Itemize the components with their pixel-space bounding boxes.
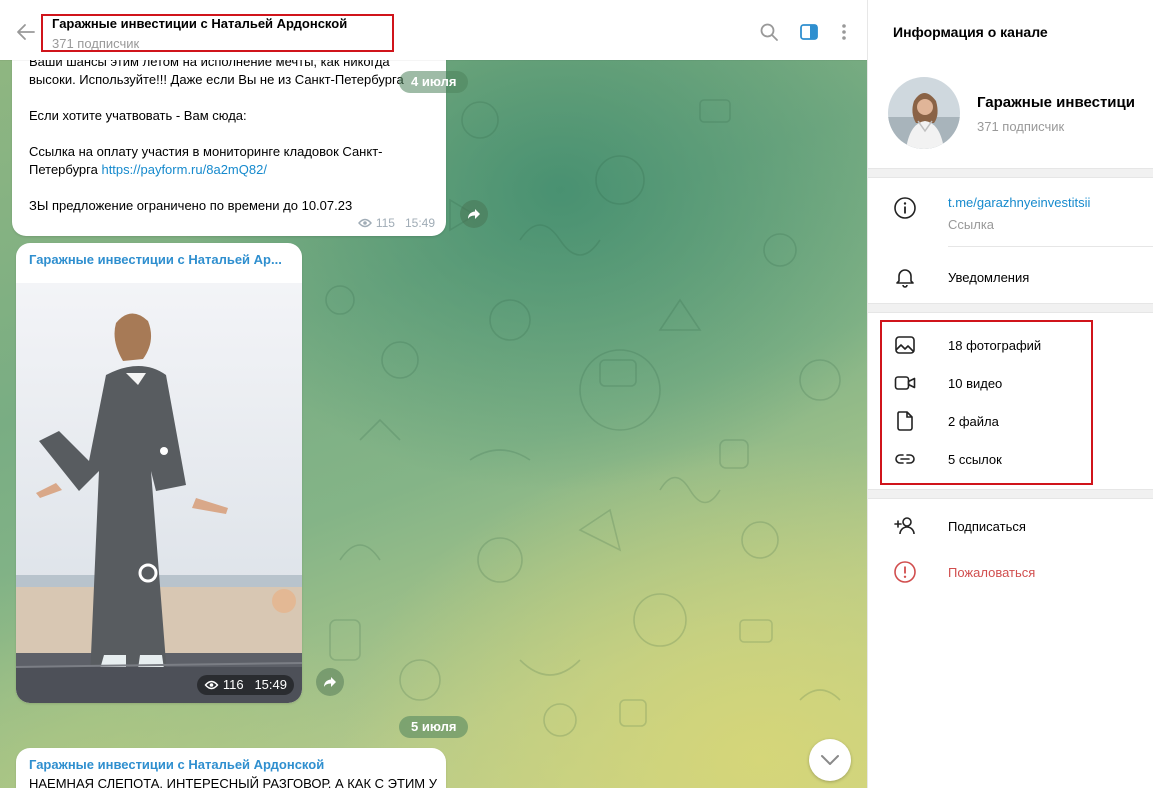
channel-info-panel: Информация о канале Гаражные инвестици 3… [867,0,1153,788]
message-time: 15:49 [254,677,287,692]
section-divider [868,489,1153,499]
views-count: 116 [222,677,244,692]
channel-link[interactable]: t.me/garazhnyeinvestitsii [948,195,1090,210]
avatar[interactable] [888,77,960,149]
message-text: НАЕМНАЯ СЛЕПОТА. ИНТЕРЕСНЫЙ РАЗГОВОР. А … [29,776,437,788]
highlight-box-media [880,320,1093,485]
report-button[interactable]: Пожаловаться [948,565,1035,580]
section-divider [868,303,1153,313]
chat-column: Гаражные инвестиции с Натальей Ардонской… [0,0,867,788]
message-text-line: Петербурга [29,162,98,177]
woman-on-beach-photo [16,283,302,703]
photo-message-bubble: Гаражные инвестиции с Натальей Ар... 116… [16,243,302,703]
sidebar-toggle-icon[interactable] [799,22,819,42]
search-icon[interactable] [759,22,779,42]
share-button[interactable] [316,668,344,696]
message-bubble: Ваши шансы этим летом на исполнение мечт… [12,48,446,236]
scroll-down-button[interactable] [809,739,851,781]
channel-link-label: Ссылка [948,217,995,232]
bell-icon [896,269,914,288]
row-divider [948,246,1153,247]
message-text-line: ЗЫ предложение ограничено по времени до … [29,198,353,213]
chevron-down-icon [821,755,839,765]
share-arrow-icon [324,677,336,687]
views-eye-icon [204,680,219,690]
message-time: 15:49 [404,216,435,230]
channel-avatar-photo [888,77,960,149]
back-arrow-icon[interactable] [14,20,38,44]
message-text-line: высоки. Используйте!!! Даже если Вы не и… [29,72,404,87]
add-user-icon [894,517,915,535]
panel-title: Информация о канале [893,24,1048,40]
message-text-line: Если хотите учатвовать - Вам сюда: [29,108,247,123]
date-separator: 5 июля [399,716,469,738]
section-divider [868,168,1153,178]
subscribe-button[interactable]: Подписаться [948,519,1026,534]
channel-name: Гаражные инвестици [977,94,1135,111]
more-menu-icon[interactable] [834,22,854,42]
share-button[interactable] [460,200,488,228]
views-eye-icon [358,218,373,228]
chat-header: Гаражные инвестиции с Натальей Ардонской… [0,0,867,60]
share-arrow-icon [468,209,480,219]
message-bubble: Гаражные инвестиции с Натальей Ардонской… [16,748,446,788]
date-separator: 4 июля [399,71,469,93]
message-text-line: Ссылка на оплату участия в мониторинге к… [29,144,383,159]
notifications-toggle[interactable]: Уведомления [948,270,1029,285]
message-photo[interactable]: 116 15:49 [16,283,302,703]
message-sender[interactable]: Гаражные инвестиции с Натальей Ар... [29,252,282,267]
message-sender[interactable]: Гаражные инвестиции с Натальей Ардонской [29,757,324,772]
payment-link[interactable]: https://payform.ru/8a2mQ82/ [101,162,266,177]
views-count: 115 [375,216,395,230]
channel-subscribers: 371 подписчик [977,119,1065,134]
message-meta: 115 15:49 [358,216,435,230]
info-icon [894,197,916,219]
highlight-box-header [41,14,394,52]
photo-meta: 116 15:49 [197,675,294,695]
report-icon [894,561,916,583]
